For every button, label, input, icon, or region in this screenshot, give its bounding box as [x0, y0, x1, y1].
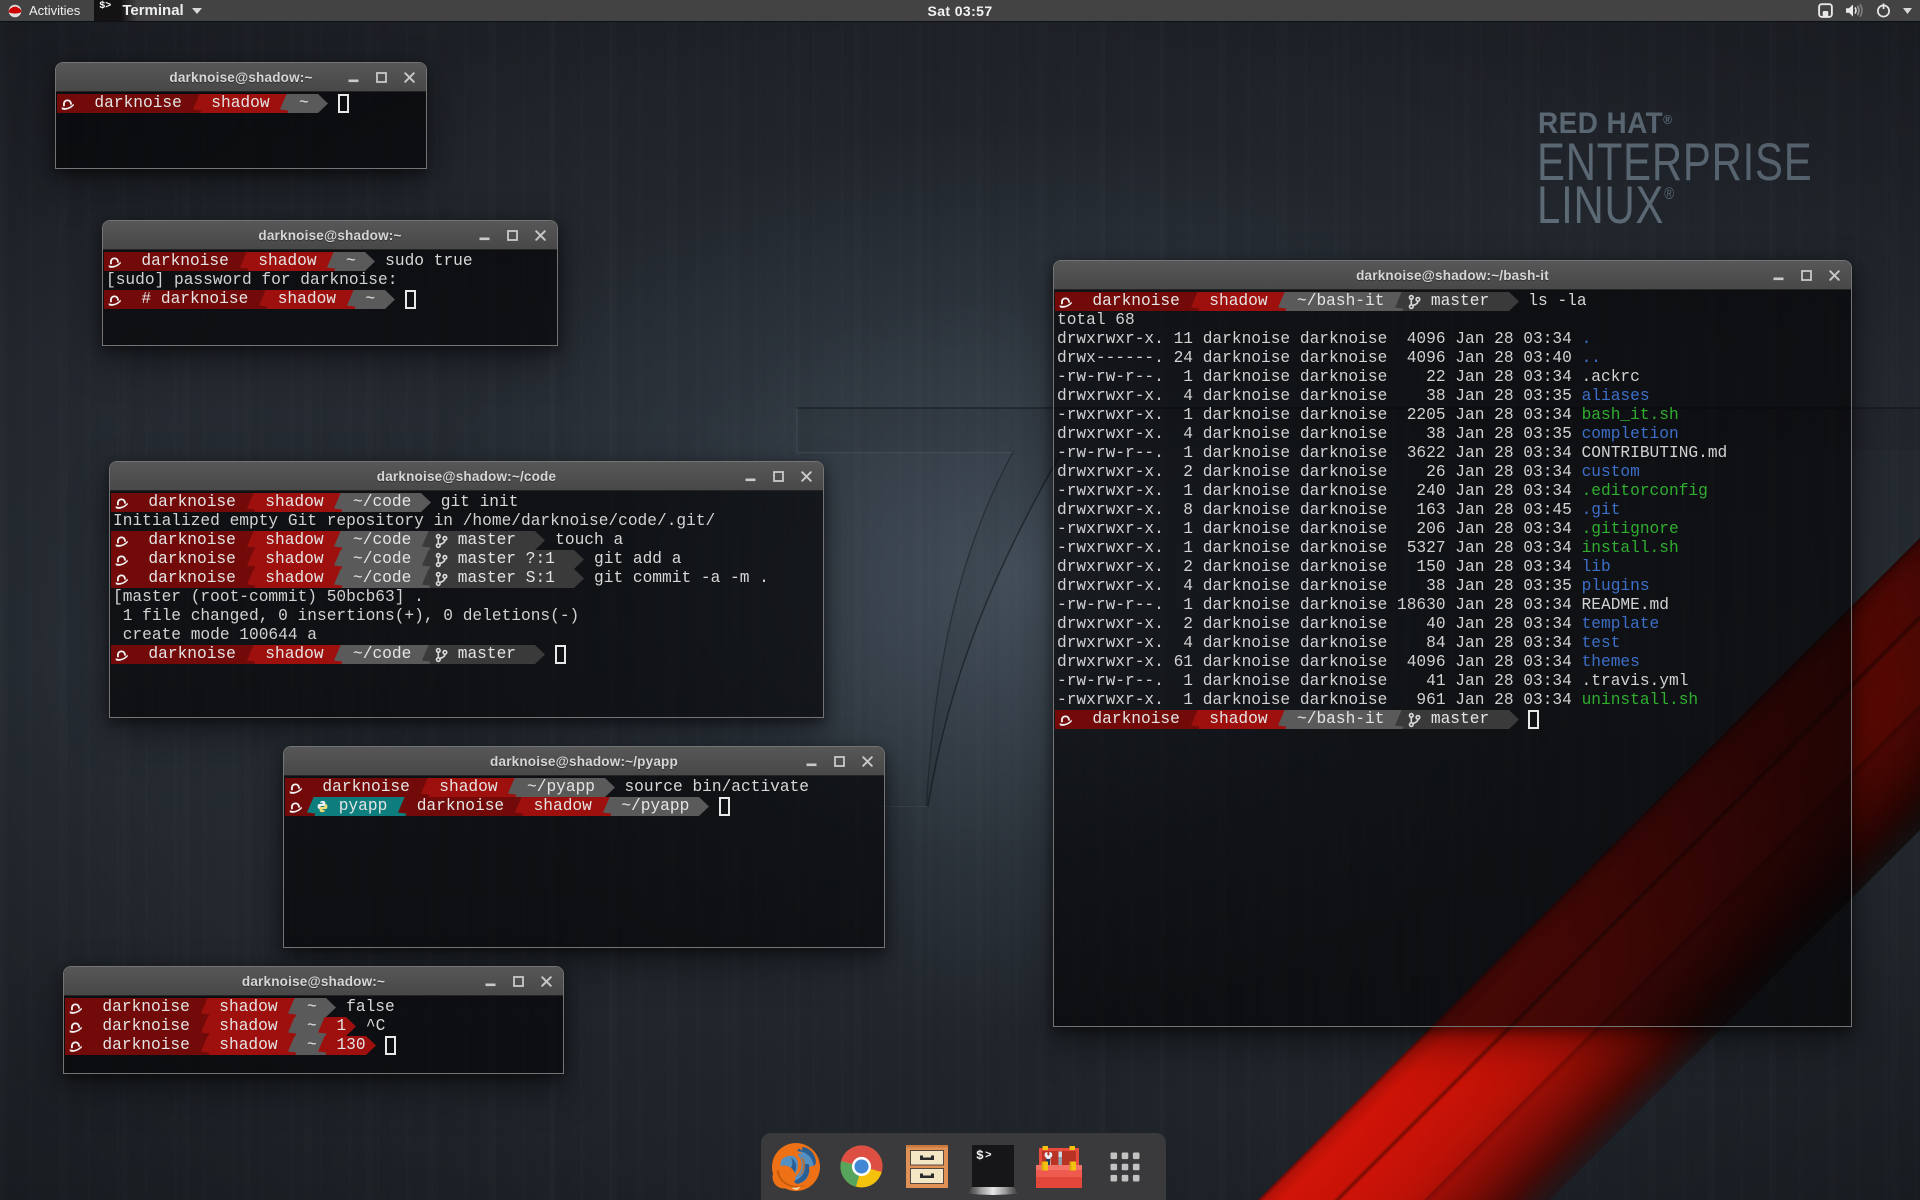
svg-text:>: > [985, 1150, 992, 1162]
svg-text:$: $ [976, 1148, 984, 1163]
